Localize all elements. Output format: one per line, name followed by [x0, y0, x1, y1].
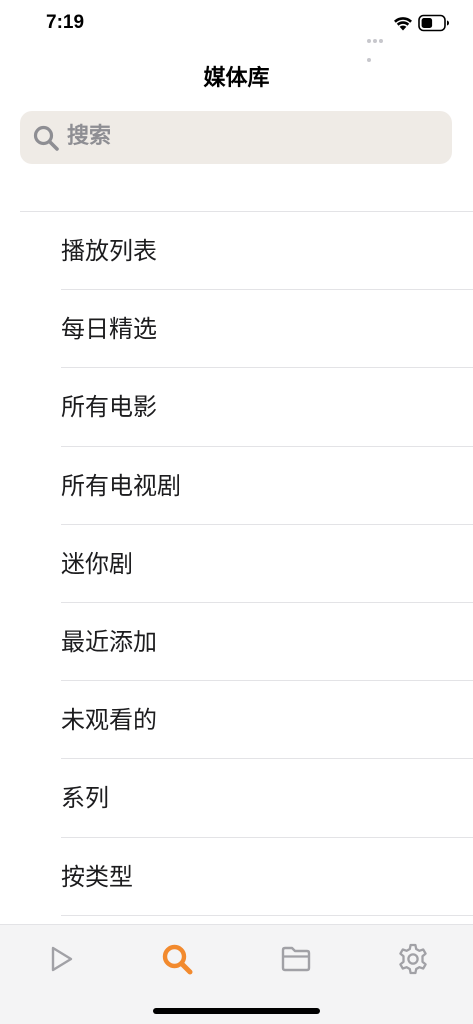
menu-item-collections[interactable]: 系列: [0, 759, 473, 838]
search-placeholder: 搜索: [67, 124, 112, 149]
page-title: 媒体库: [203, 66, 270, 91]
status-bar: 7:19: [0, 0, 473, 62]
divider: [61, 914, 473, 916]
menu-item-label: 所有电影: [61, 393, 157, 422]
search-icon: [33, 125, 59, 151]
menu-item-label: 所有电视剧: [61, 471, 181, 500]
menu-item-label: 每日精选: [61, 315, 157, 344]
menu-item-label: 按类型: [61, 862, 133, 891]
tab-search[interactable]: [157, 939, 197, 979]
media-library-screen: 7:19 媒体库 搜索 播放列表 每日精选 所有电影 所有电视剧 迷你剧 最近添…: [0, 0, 473, 1024]
menu-item-label: 播放列表: [61, 237, 157, 266]
gear-icon: [399, 943, 427, 975]
menu-item-all-tv-shows[interactable]: 所有电视剧: [0, 447, 473, 525]
play-icon: [51, 946, 73, 972]
search-input[interactable]: 搜索: [20, 111, 452, 164]
menu-item-label: 系列: [61, 784, 109, 813]
wifi-icon: [394, 17, 412, 31]
menu-item-unwatched[interactable]: 未观看的: [0, 681, 473, 760]
menu-item-recently-added[interactable]: 最近添加: [0, 603, 473, 682]
search-icon: [162, 944, 193, 975]
menu-item-daily-picks[interactable]: 每日精选: [0, 290, 473, 369]
menu-item-label: 未观看的: [61, 706, 157, 735]
menu-item-all-movies[interactable]: 所有电影: [0, 368, 473, 447]
home-indicator: [153, 1008, 320, 1014]
tab-play[interactable]: [41, 939, 81, 979]
menu-item-label: 最近添加: [61, 628, 157, 657]
library-menu-list: 播放列表 每日精选 所有电影 所有电视剧 迷你剧 最近添加 未观看的 系列 按类…: [0, 212, 473, 916]
menu-item-label: 迷你剧: [61, 549, 133, 578]
battery-icon: [418, 14, 449, 32]
cellular-icon: [367, 28, 389, 62]
menu-item-playlists[interactable]: 播放列表: [0, 212, 473, 291]
tab-settings[interactable]: [393, 939, 433, 979]
menu-item-miniseries[interactable]: 迷你剧: [0, 525, 473, 603]
status-time: 7:19: [46, 12, 85, 33]
tab-folder[interactable]: [276, 939, 316, 979]
folder-icon: [281, 946, 311, 972]
menu-item-by-genre[interactable]: 按类型: [0, 838, 473, 916]
